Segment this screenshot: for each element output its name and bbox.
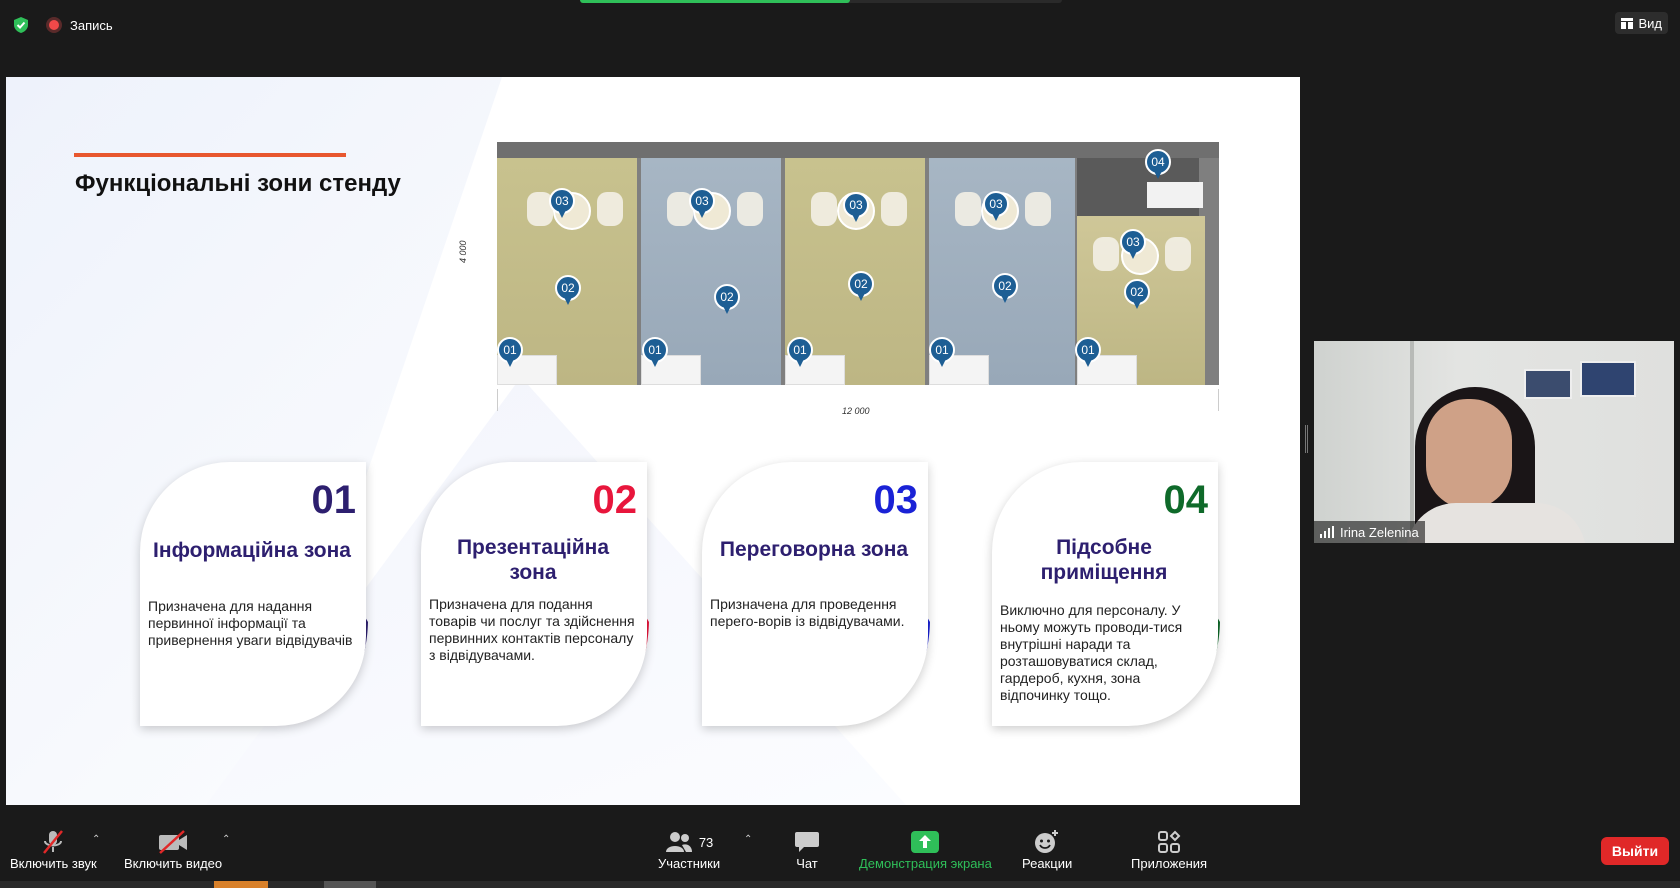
participant-figure [1406, 503, 1586, 543]
card-number: 01 [311, 478, 357, 522]
camera-off-icon [159, 830, 188, 854]
video-background [1410, 341, 1414, 543]
zone-pin-01: 01 [929, 337, 955, 369]
taskbar-strip [0, 881, 1680, 888]
card-number: 03 [873, 478, 919, 522]
chat-icon [795, 832, 819, 852]
participants-icon [665, 832, 692, 852]
taskbar-segment [324, 881, 376, 888]
share-screen-button[interactable]: Демонстрация экрана [859, 828, 992, 871]
zone-pin-02: 02 [714, 284, 740, 316]
zone-pin-02: 02 [555, 275, 581, 307]
chat-button[interactable]: Чат [794, 828, 820, 871]
card-title: Інформаційна зона [153, 539, 351, 562]
participants-options-chevron-icon[interactable]: ⌃ [744, 834, 756, 846]
view-button[interactable]: Вид [1615, 12, 1668, 34]
zone-pin-03: 03 [689, 188, 715, 220]
card-title: Презентаційна зона [456, 536, 610, 584]
taskbar-segment [214, 881, 268, 888]
grid-view-icon [1621, 17, 1634, 29]
booth-floor-plan: 01 01 01 01 01 02 02 02 02 02 03 03 03 0… [497, 142, 1219, 385]
zone-card-03: 03 Переговорна зона Призначена для прове… [698, 462, 934, 728]
microphone-muted-icon [43, 830, 64, 854]
chat-label: Чат [796, 856, 818, 871]
unmute-label: Включить звук [10, 856, 97, 871]
zone-pin-04: 04 [1145, 149, 1171, 181]
chair [1165, 237, 1191, 271]
reactions-button[interactable]: Реакции [1022, 828, 1072, 871]
participants-label: Участники [658, 856, 721, 871]
card-title: Переговорна зона [719, 538, 909, 561]
unmute-button[interactable]: Включить звук [10, 828, 97, 871]
top-bar: Запись Вид [0, 0, 1680, 50]
participants-count: 73 [698, 834, 714, 850]
start-video-label: Включить видео [124, 856, 223, 871]
recording-indicator[interactable]: Запись [46, 14, 113, 36]
chair [1025, 192, 1051, 226]
zone-card-04: 04 Підсобне приміщення Виключно для перс… [988, 462, 1224, 728]
participant-name: Irina Zelenina [1340, 524, 1419, 540]
apps-icon [1158, 830, 1181, 853]
zone-pin-02: 02 [1124, 279, 1150, 311]
zone-card-02: 02 Презентаційна зона Призначена для под… [417, 462, 653, 728]
record-icon [46, 17, 62, 33]
meeting-toolbar: Включить звук ⌃ Включить видео ⌃ 73 Учас… [0, 820, 1680, 888]
zone-pin-03: 03 [1120, 229, 1146, 261]
zone-pin-01: 01 [1075, 337, 1101, 369]
zone-pin-02: 02 [992, 273, 1018, 305]
card-description: Виключно для персоналу. У ньому можуть п… [1000, 602, 1183, 703]
share-screen-icon [911, 831, 940, 853]
view-label: Вид [1638, 15, 1662, 31]
emoji-reaction-icon [1035, 830, 1059, 853]
zone-pin-03: 03 [549, 188, 575, 220]
chair [1093, 237, 1119, 271]
storage-desk [1147, 182, 1203, 208]
shared-screen-slide: Функціональні зони стенду 01 01 01 01 01… [6, 77, 1300, 805]
slide-title: Функціональні зони стенду [75, 170, 401, 197]
zone-pin-03: 03 [843, 192, 869, 224]
plan-width-label: 12 000 [842, 406, 870, 416]
share-indicator [580, 0, 1062, 3]
chair [737, 192, 763, 226]
reactions-label: Реакции [1022, 856, 1073, 871]
participant-video-tile[interactable]: Irina Zelenina [1314, 341, 1674, 543]
card-number: 04 [1163, 478, 1209, 522]
zone-card-01: 01 Інформаційна зона Призначена для нада… [136, 462, 372, 728]
card-title: Підсобне приміщення [1040, 536, 1168, 584]
apps-label: Приложения [1131, 856, 1208, 871]
recording-label: Запись [70, 17, 113, 33]
signal-strength-icon [1320, 526, 1334, 538]
apps-button[interactable]: Приложения [1131, 828, 1207, 871]
leave-meeting-button[interactable]: Выйти [1601, 837, 1669, 865]
audio-options-chevron-icon[interactable]: ⌃ [92, 834, 104, 846]
chair [881, 192, 907, 226]
plan-wall [497, 142, 1219, 158]
card-description: Призначена для проведення перего-ворів і… [710, 596, 905, 629]
security-shield-icon[interactable] [12, 16, 30, 34]
zone-pin-01: 01 [497, 337, 523, 369]
title-accent-line [74, 153, 346, 157]
participant-figure [1426, 399, 1512, 509]
share-screen-label: Демонстрация экрана [859, 856, 992, 871]
participant-name-tag: Irina Zelenina [1314, 521, 1425, 543]
start-video-button[interactable]: Включить видео [124, 828, 222, 871]
zone-pin-01: 01 [642, 337, 668, 369]
zone-pin-02: 02 [848, 271, 874, 303]
video-background [1580, 361, 1636, 397]
video-options-chevron-icon[interactable]: ⌃ [222, 834, 234, 846]
panel-resize-handle[interactable] [1305, 425, 1308, 453]
zone-pin-03: 03 [983, 191, 1009, 223]
card-number: 02 [592, 478, 638, 522]
card-description: Призначена для подання товарів чи послуг… [429, 596, 635, 663]
chair [811, 192, 837, 226]
participants-button[interactable]: 73 Участники [658, 828, 720, 871]
card-description: Призначена для надання первинної інформа… [148, 598, 353, 648]
chair [597, 192, 623, 226]
video-background [1524, 369, 1572, 399]
plan-height-label: 4 000 [458, 240, 468, 263]
chair [955, 192, 981, 226]
zone-pin-01: 01 [787, 337, 813, 369]
